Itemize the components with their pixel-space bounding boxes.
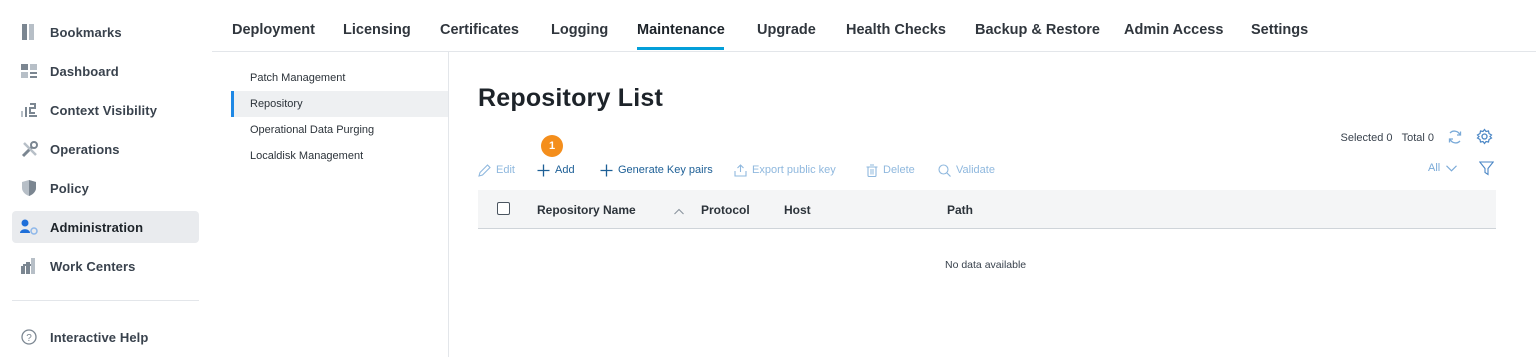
help-icon: ? <box>20 328 38 346</box>
nav-label: Context Visibility <box>50 102 158 118</box>
tab-upgrade[interactable]: Upgrade <box>757 22 816 38</box>
tab-maintenance[interactable]: Maintenance <box>637 22 725 38</box>
export-public-key-label: Export public key <box>752 164 836 176</box>
tab-backup-restore[interactable]: Backup & Restore <box>975 22 1100 38</box>
subnav-item-repository[interactable]: Repository <box>231 91 448 117</box>
column-header-repository-name[interactable]: Repository Name <box>537 203 636 217</box>
filter-dropdown[interactable]: All <box>1428 162 1458 174</box>
sort-ascending-icon[interactable] <box>673 204 685 215</box>
selected-count: Selected 0 <box>1340 132 1393 144</box>
active-tab-indicator <box>637 47 724 50</box>
tab-admin-access[interactable]: Admin Access <box>1124 22 1223 38</box>
generate-key-pairs-button[interactable]: Generate Key pairs <box>600 162 713 178</box>
column-header-path[interactable]: Path <box>947 203 973 217</box>
tab-licensing[interactable]: Licensing <box>343 22 411 38</box>
nav-item-context-visibility[interactable]: Context Visibility <box>12 94 199 126</box>
nav-label: Bookmarks <box>50 24 122 40</box>
select-all-checkbox[interactable] <box>497 202 510 215</box>
sub-navigation: Patch Management Repository Operational … <box>231 52 449 357</box>
nav-item-dashboard[interactable]: Dashboard <box>12 55 199 87</box>
tab-health-checks[interactable]: Health Checks <box>846 22 946 38</box>
table-header: Repository Name Protocol Host Path <box>478 190 1496 229</box>
plus-icon <box>600 164 613 176</box>
work-centers-icon <box>20 257 38 275</box>
svg-text:?: ? <box>26 333 32 344</box>
tab-deployment[interactable]: Deployment <box>232 22 315 38</box>
nav-label: Administration <box>50 219 144 235</box>
subnav-item-patch-management[interactable]: Patch Management <box>231 65 448 91</box>
validate-button[interactable]: Validate <box>938 162 995 178</box>
trash-icon <box>866 163 878 177</box>
empty-table-message: No data available <box>945 259 1027 271</box>
column-header-protocol[interactable]: Protocol <box>701 203 750 217</box>
nav-divider <box>12 300 199 301</box>
bookmark-icon <box>20 23 38 41</box>
selection-summary: Selected 0 Total 0 <box>1335 132 1434 144</box>
validate-label: Validate <box>956 164 995 176</box>
nav-label: Dashboard <box>50 63 119 79</box>
filter-value: All <box>1428 162 1441 174</box>
total-count: Total 0 <box>1401 132 1434 144</box>
plus-icon <box>537 164 550 176</box>
nav-item-administration[interactable]: Administration <box>12 211 199 243</box>
export-icon <box>734 163 747 177</box>
nav-item-bookmarks[interactable]: Bookmarks <box>12 16 199 48</box>
gear-icon[interactable] <box>1476 128 1493 145</box>
page-title: Repository List <box>478 84 663 112</box>
nav-label: Policy <box>50 180 89 196</box>
refresh-icon[interactable] <box>1447 129 1463 145</box>
administration-icon <box>20 218 38 236</box>
chevron-down-icon <box>1446 164 1458 172</box>
generate-key-pairs-label: Generate Key pairs <box>618 164 713 176</box>
pencil-icon <box>478 163 491 177</box>
filter-icon[interactable] <box>1478 161 1495 176</box>
column-header-host[interactable]: Host <box>784 203 811 217</box>
edit-button[interactable]: Edit <box>478 162 515 178</box>
export-public-key-button[interactable]: Export public key <box>734 162 836 178</box>
dashboard-icon <box>20 62 38 80</box>
delete-label: Delete <box>883 164 915 176</box>
tab-certificates[interactable]: Certificates <box>440 22 519 38</box>
add-label: Add <box>555 164 575 176</box>
search-icon <box>938 163 951 177</box>
step-badge: 1 <box>541 135 563 157</box>
nav-item-interactive-help[interactable]: ? Interactive Help <box>12 321 199 353</box>
edit-label: Edit <box>496 164 515 176</box>
context-visibility-icon <box>20 101 38 119</box>
left-navigation: Bookmarks Dashboard Context Visibility O… <box>0 0 212 357</box>
nav-label: Operations <box>50 141 120 157</box>
nav-item-policy[interactable]: Policy <box>12 172 199 204</box>
tab-logging[interactable]: Logging <box>551 22 608 38</box>
nav-label: Work Centers <box>50 258 136 274</box>
add-button[interactable]: Add <box>537 162 575 178</box>
delete-button[interactable]: Delete <box>866 162 915 178</box>
tab-settings[interactable]: Settings <box>1251 22 1308 38</box>
nav-item-operations[interactable]: Operations <box>12 133 199 165</box>
subnav-item-localdisk-management[interactable]: Localdisk Management <box>231 143 448 169</box>
operations-icon <box>20 140 38 158</box>
subnav-item-operational-data-purging[interactable]: Operational Data Purging <box>231 117 448 143</box>
top-tab-bar: Deployment Licensing Certificates Loggin… <box>212 0 1536 52</box>
nav-label: Interactive Help <box>50 329 149 345</box>
nav-item-work-centers[interactable]: Work Centers <box>12 250 199 282</box>
policy-icon <box>20 179 38 197</box>
